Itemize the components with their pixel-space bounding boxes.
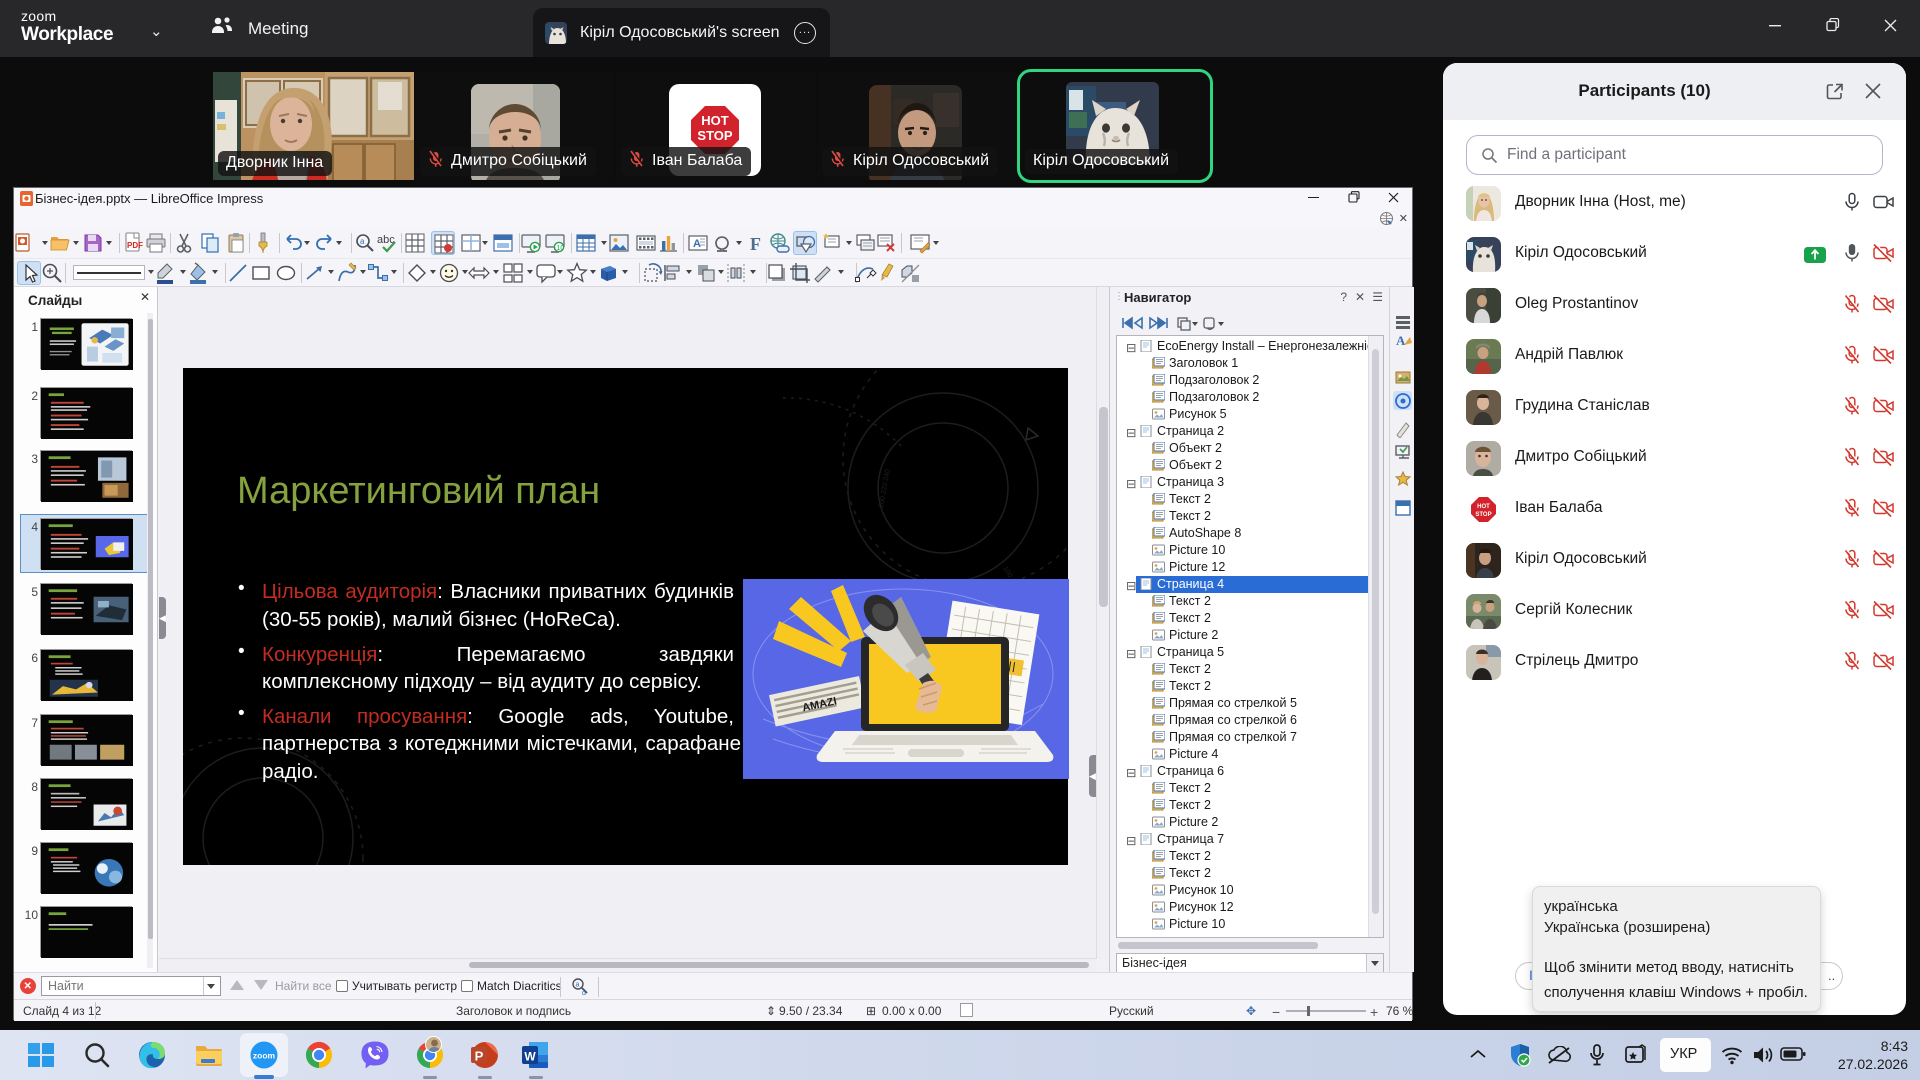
svg-text:A: A — [1396, 333, 1406, 348]
svg-text:F: F — [750, 234, 761, 254]
svg-text:A: A — [693, 238, 701, 250]
svg-text:HOT: HOT — [701, 113, 729, 128]
svg-text:STOP: STOP — [697, 128, 732, 143]
svg-text:PDF: PDF — [127, 241, 143, 250]
svg-text:P: P — [475, 1049, 484, 1064]
svg-text:a: a — [576, 982, 580, 989]
svg-text:10: 10 — [557, 245, 565, 252]
svg-text:d: d — [582, 990, 586, 996]
svg-text:zoom: zoom — [253, 1051, 276, 1061]
svg-text:W: W — [524, 1050, 536, 1064]
svg-text:HOT: HOT — [1477, 504, 1490, 510]
svg-text:a: a — [360, 237, 365, 246]
svg-text:STOP: STOP — [1475, 512, 1491, 518]
